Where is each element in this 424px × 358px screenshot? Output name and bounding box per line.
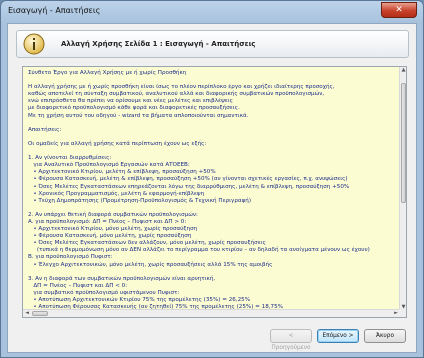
window-title: Εισαγωγή - Απαιτήσεις	[8, 6, 101, 15]
description-line	[28, 120, 395, 127]
close-icon: ✕	[395, 5, 403, 15]
description-line: • Χρονικός Προγραμματισμός, μελέτη & εφα…	[28, 190, 205, 197]
description-line: • Έλεγχο Αρχιτεκτονικών, μόνο μελέτη, χω…	[28, 261, 273, 268]
description-line: • Τεύχη Δημοπράτησης (Προμέτρηση-Προϋπολ…	[28, 197, 252, 204]
description-line: Οι ομαδείς για αλλαγή χρήσης κατά περίπτ…	[28, 140, 207, 147]
horizontal-scroll-thumb[interactable]	[32, 311, 48, 316]
scroll-left-icon[interactable]: ◄	[23, 310, 31, 317]
description-line	[28, 269, 395, 276]
description-line: με διαφορετικό προϋπολογισμό κάθε φορά κ…	[28, 105, 240, 112]
next-button[interactable]: Επόμενο >	[317, 329, 359, 343]
description-line: για συμβατικό προϋπολογισμό υφιστάμενου …	[28, 289, 180, 296]
wizard-header: Αλλαγή Χρήσης Σελίδα 1 : Εισαγωγή - Απαι…	[16, 30, 409, 58]
wizard-window: Εισαγωγή - Απαιτήσεις ✕ Αλλαγή Χρήσης Σε…	[0, 0, 424, 358]
title-bar: Εισαγωγή - Απαιτήσεις ✕	[1, 1, 423, 23]
description-line: Σύνθετο Έργο για Αλλαγή Χρήσης με ή χωρί…	[28, 70, 187, 76]
page-title: Αλλαγή Χρήσης Σελίδα 1 : Εισαγωγή - Απαι…	[61, 40, 256, 48]
horizontal-scrollbar[interactable]: ◄ ►	[23, 309, 400, 317]
description-line: 3. Αν η διαφορά των συμβατικών προϋπολογ…	[28, 275, 216, 282]
info-icon	[23, 33, 45, 55]
scroll-corner	[399, 309, 406, 317]
description-line: A. για προϋπολογισμό: ΔΠ = Πνέος – Πυφισ…	[28, 218, 187, 225]
vertical-scrollbar[interactable]: ▲ ▼	[399, 67, 406, 311]
close-button[interactable]: ✕	[381, 2, 417, 18]
description-line: B. για προϋπολογισμό Πυφιστ:	[28, 254, 113, 261]
description-line: Με τη χρήση αυτού του οδηγού - wizard τα…	[28, 112, 249, 119]
description-line: • Φέρουσα Κατασκευή, μελέτη & επίβλεψη, …	[28, 176, 348, 183]
description-line: 2. Αν υπάρχει θετική διαφορά συμβατικών …	[28, 211, 198, 218]
description-line: • Όσες Μελέτες Εγκαταστάσεων επηρεάζοντα…	[28, 183, 350, 190]
description-textbox[interactable]: Σύνθετο Έργο για Αλλαγή Χρήσης με ή χωρί…	[22, 66, 407, 318]
description-text: Σύνθετο Έργο για Αλλαγή Χρήσης με ή χωρί…	[23, 67, 400, 311]
wizard-client-area: Αλλαγή Χρήσης Σελίδα 1 : Εισαγωγή - Απαι…	[7, 23, 417, 353]
description-line	[28, 205, 395, 212]
description-line: Απαιτήσεις:	[28, 126, 62, 133]
cancel-button[interactable]: Άκυρο	[364, 329, 406, 343]
description-line: ΔΠ = Πνέος – Πυφιστ και ΔΠ < 0:	[28, 282, 128, 289]
description-line	[28, 134, 395, 141]
back-button[interactable]: < Προηγούμενο	[270, 329, 312, 351]
vertical-scroll-thumb[interactable]	[401, 83, 406, 203]
scroll-up-icon[interactable]: ▲	[400, 67, 406, 74]
